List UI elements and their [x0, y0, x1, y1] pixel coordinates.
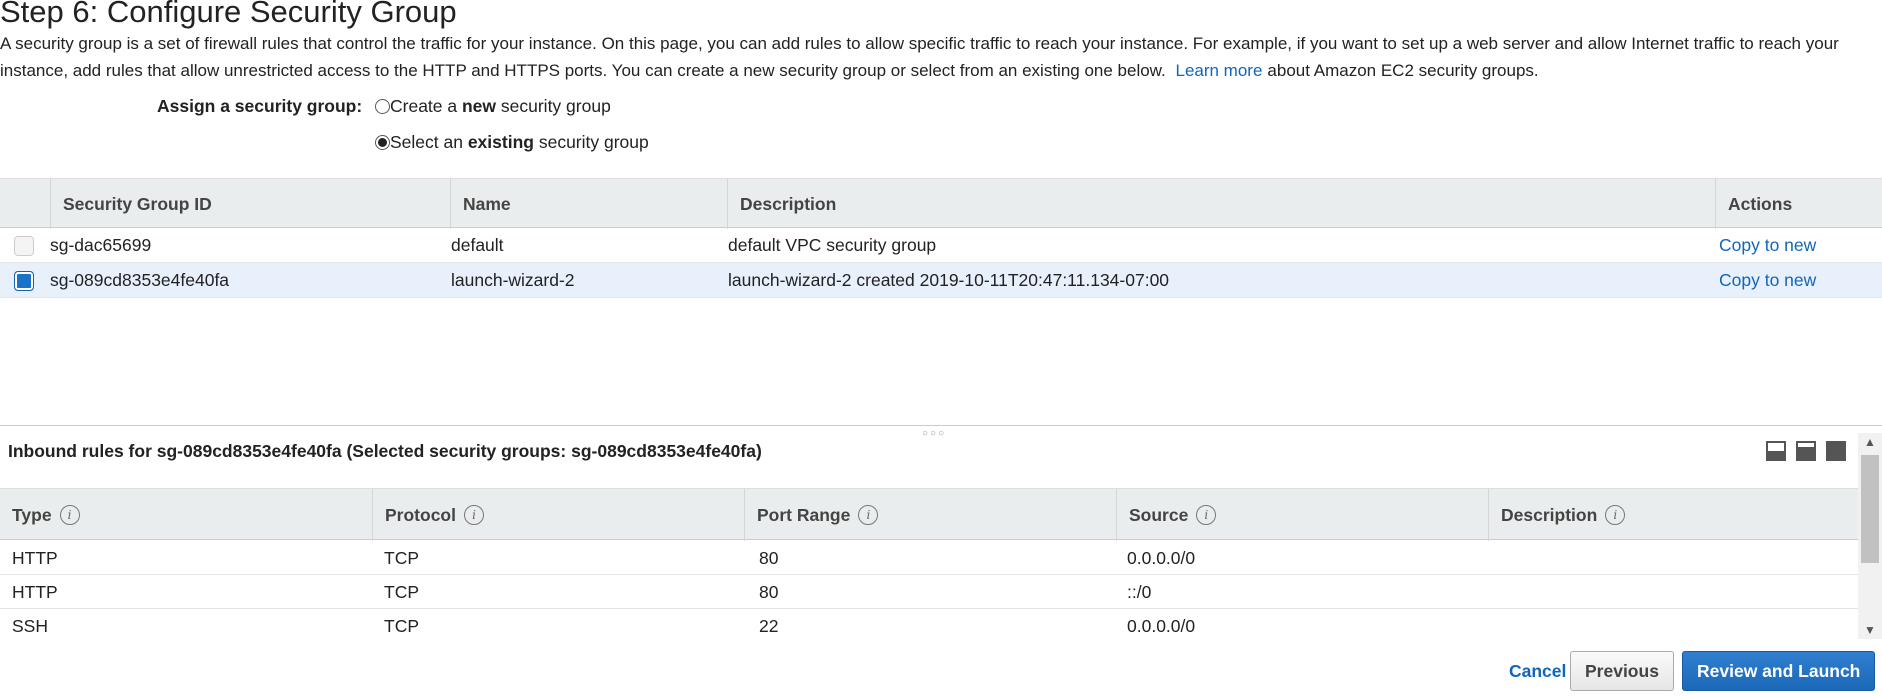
info-icon[interactable]: i: [858, 505, 879, 525]
copy-to-new-link[interactable]: Copy to new: [1719, 263, 1816, 298]
header-source-label: Source: [1129, 505, 1189, 525]
inbound-scrollbar[interactable]: ▲ ▼: [1858, 433, 1882, 639]
security-group-id: sg-dac65699: [50, 235, 152, 255]
row-checkbox-checked[interactable]: [14, 271, 34, 291]
review-and-launch-button[interactable]: Review and Launch: [1682, 651, 1876, 691]
inbound-rules-title: Inbound rules for sg-089cd8353e4fe40fa (…: [8, 441, 762, 461]
select-existing-radio[interactable]: [375, 135, 390, 150]
panel-medium-icon[interactable]: [1796, 441, 1816, 461]
header-type-label: Type: [12, 505, 52, 525]
rule-type: HTTP: [12, 582, 58, 602]
security-group-name: launch-wizard-2: [451, 270, 575, 290]
table-row[interactable]: sg-dac65699 default default VPC security…: [0, 228, 1882, 263]
resize-grip-icon[interactable]: ○○○: [922, 428, 946, 439]
row-checkbox[interactable]: [14, 236, 34, 256]
header-port-range-label: Port Range: [757, 505, 851, 525]
rule-port: 80: [759, 548, 779, 568]
table-row-selected[interactable]: sg-089cd8353e4fe40fa launch-wizard-2 lau…: [0, 263, 1882, 298]
rule-port: 22: [759, 616, 779, 636]
page-title: Step 6: Configure Security Group: [0, 0, 457, 29]
inbound-rule-row: SSH TCP 22 0.0.0.0/0: [0, 609, 1858, 639]
rule-port: 80: [759, 582, 779, 602]
header-actions: Actions: [1715, 179, 1882, 229]
info-icon[interactable]: i: [59, 505, 80, 525]
header-description[interactable]: Description: [727, 179, 1715, 229]
select-existing-label: Select an existing security group: [390, 132, 649, 152]
security-group-id: sg-089cd8353e4fe40fa: [50, 270, 230, 290]
header-rule-description-label: Description: [1501, 505, 1598, 525]
header-type: Type i: [0, 489, 372, 541]
page-description: A security group is a set of firewall ru…: [0, 30, 1875, 84]
learn-more-link[interactable]: Learn more: [1175, 61, 1262, 80]
rule-source: ::/0: [1127, 582, 1152, 602]
header-rule-description: Description i: [1488, 489, 1858, 541]
rule-protocol: TCP: [384, 616, 419, 636]
info-icon[interactable]: i: [1196, 505, 1217, 525]
security-group-table-header: Security Group ID Name Description Actio…: [0, 178, 1882, 229]
select-existing-option[interactable]: Select an existing security group: [375, 132, 649, 153]
panel-small-icon[interactable]: [1766, 441, 1786, 461]
copy-to-new-link[interactable]: Copy to new: [1719, 228, 1816, 263]
create-new-radio[interactable]: [375, 99, 390, 114]
assign-security-group-label: Assign a security group:: [157, 96, 363, 116]
scroll-up-arrow-icon[interactable]: ▲: [1858, 433, 1882, 451]
description-text: A security group is a set of firewall ru…: [0, 34, 1839, 80]
scroll-down-arrow-icon[interactable]: ▼: [1858, 621, 1882, 639]
info-icon[interactable]: i: [1605, 505, 1626, 525]
create-new-label: Create a new security group: [390, 96, 611, 116]
header-protocol-label: Protocol: [385, 505, 456, 525]
scrollbar-thumb[interactable]: [1861, 455, 1879, 563]
inbound-rules-header: Type i Protocol i Port Range i Source i …: [0, 488, 1858, 541]
security-group-name: default: [451, 235, 504, 255]
security-group-description: launch-wizard-2 created 2019-10-11T20:47…: [728, 270, 1170, 290]
inbound-rule-row: HTTP TCP 80 0.0.0.0/0: [0, 541, 1858, 575]
inbound-rule-row: HTTP TCP 80 ::/0: [0, 575, 1858, 609]
create-new-option[interactable]: Create a new security group: [375, 96, 611, 117]
header-source: Source i: [1116, 489, 1488, 541]
previous-button[interactable]: Previous: [1570, 651, 1674, 691]
rule-source: 0.0.0.0/0: [1127, 616, 1196, 636]
header-security-group-id[interactable]: Security Group ID: [50, 179, 450, 229]
header-port-range: Port Range i: [744, 489, 1116, 541]
security-group-description: default VPC security group: [728, 235, 937, 255]
header-name[interactable]: Name: [450, 179, 727, 229]
panel-size-controls: [1766, 441, 1846, 461]
rule-protocol: TCP: [384, 582, 419, 602]
panel-divider[interactable]: [0, 425, 1882, 426]
info-icon[interactable]: i: [463, 505, 484, 525]
description-text-end: about Amazon EC2 security groups.: [1267, 61, 1539, 80]
header-protocol: Protocol i: [372, 489, 744, 541]
cancel-button[interactable]: Cancel: [1494, 651, 1581, 691]
rule-protocol: TCP: [384, 548, 419, 568]
rule-type: HTTP: [12, 548, 58, 568]
rule-source: 0.0.0.0/0: [1127, 548, 1196, 568]
rule-type: SSH: [12, 616, 48, 636]
panel-large-icon[interactable]: [1826, 441, 1846, 461]
